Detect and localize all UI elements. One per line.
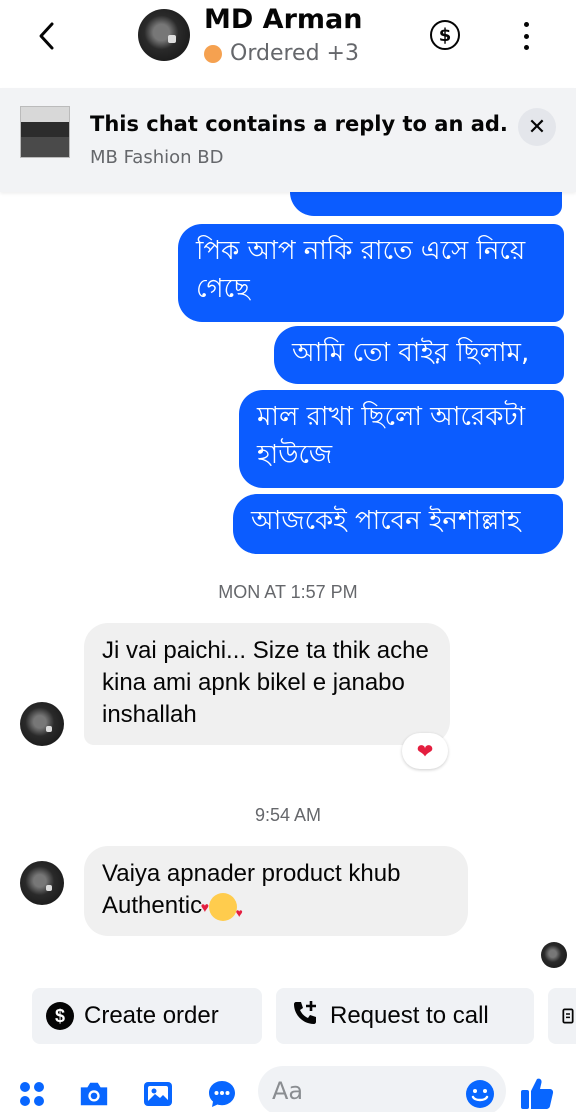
order-status[interactable]: Ordered +3 bbox=[204, 40, 359, 68]
create-order-label: Create order bbox=[84, 1002, 219, 1029]
thumbs-up-icon[interactable] bbox=[518, 1074, 558, 1112]
back-icon[interactable] bbox=[30, 18, 62, 54]
dollar-icon[interactable]: $ bbox=[430, 20, 460, 50]
ad-banner-page-name: MB Fashion BD bbox=[90, 147, 224, 168]
chat-bubble-icon[interactable] bbox=[206, 1078, 238, 1110]
ad-thumbnail[interactable] bbox=[20, 106, 70, 158]
emoji-icon[interactable] bbox=[464, 1078, 496, 1110]
dollar-icon: $ bbox=[46, 1002, 74, 1030]
outgoing-message[interactable]: আজকেই পাবেন ইনশাল্লাহ bbox=[233, 494, 563, 554]
camera-icon[interactable] bbox=[78, 1078, 110, 1110]
incoming-message[interactable]: Ji vai paichi... Size ta thik ache kina … bbox=[84, 623, 450, 745]
sender-avatar[interactable] bbox=[20, 861, 64, 905]
incoming-message-text: Vaiya apnader product khub Authentic bbox=[102, 860, 401, 919]
message-timestamp: MON AT 1:57 PM bbox=[218, 582, 358, 602]
avatar[interactable] bbox=[138, 9, 190, 61]
seen-receipt-avatar bbox=[541, 942, 567, 968]
ad-banner-title: This chat contains a reply to an ad. bbox=[90, 112, 508, 136]
more-quick-action-button[interactable] bbox=[548, 988, 576, 1044]
outgoing-message[interactable]: পিক আপ নাকি রাতে এসে নিয়ে গেছে bbox=[178, 224, 564, 322]
apps-menu-icon[interactable] bbox=[16, 1078, 48, 1110]
ad-reply-banner: This chat contains a reply to an ad. MB … bbox=[0, 88, 576, 192]
request-to-call-button[interactable]: Request to call bbox=[276, 988, 534, 1044]
request-to-call-label: Request to call bbox=[330, 1002, 489, 1029]
more-options-icon[interactable] bbox=[516, 22, 536, 50]
create-order-button[interactable]: $ Create order bbox=[32, 988, 262, 1044]
heart-reaction-icon[interactable]: ❤ bbox=[402, 733, 448, 769]
contact-name[interactable]: MD Arman bbox=[204, 2, 362, 38]
smiling-hearts-emoji-icon bbox=[201, 891, 243, 929]
outgoing-message[interactable]: মাল রাখা ছিলো আরেকটা হাউজে bbox=[239, 390, 564, 488]
sender-avatar[interactable] bbox=[20, 702, 64, 746]
message-timestamp: 9:54 AM bbox=[254, 805, 322, 825]
quick-actions-bar: $ Create order Request to call bbox=[0, 988, 576, 1046]
message-input-placeholder: Aa bbox=[272, 1077, 304, 1105]
order-status-label: Ordered +3 bbox=[230, 41, 359, 66]
message-composer: Aa bbox=[0, 1060, 576, 1112]
incoming-message[interactable]: Vaiya apnader product khub Authentic bbox=[84, 846, 468, 936]
phone-plus-icon bbox=[290, 998, 320, 1035]
chat-header: MD Arman Ordered +3 $ bbox=[0, 0, 576, 86]
gallery-icon[interactable] bbox=[142, 1078, 174, 1110]
outgoing-message[interactable]: আমি তো বাইর় ছিলাম, bbox=[274, 326, 564, 384]
close-icon[interactable]: ✕ bbox=[518, 108, 556, 146]
status-dot-icon bbox=[204, 45, 222, 63]
